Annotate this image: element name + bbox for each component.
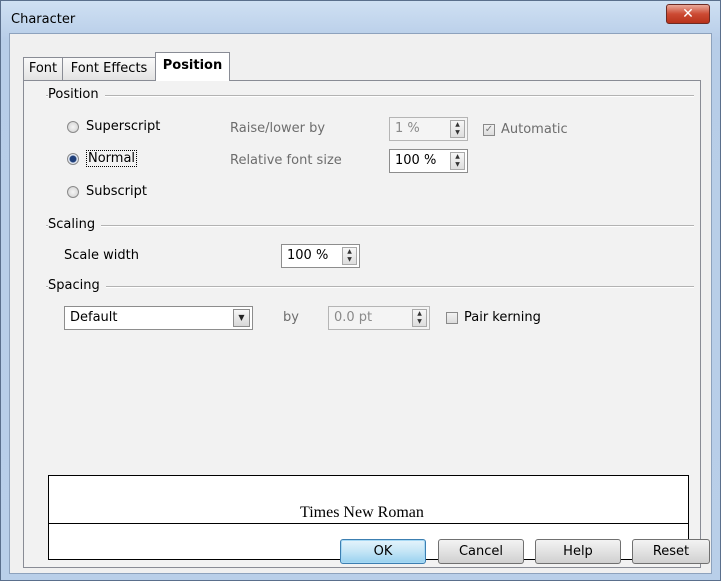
tab-font-effects[interactable]: Font Effects: [62, 57, 156, 80]
scale-width-label: Scale width: [64, 248, 139, 263]
automatic-label: Automatic: [501, 122, 568, 137]
spacing-select-value: Default: [70, 310, 118, 325]
spin-arrows-icon[interactable]: ▲ ▼: [450, 120, 465, 138]
subscript-radio[interactable]: Subscript: [67, 184, 147, 199]
close-button[interactable]: ✕: [666, 4, 710, 24]
spacing-by-value: 0.0 pt: [334, 310, 373, 325]
window-title: Character: [11, 12, 76, 27]
normal-radio[interactable]: Normal: [67, 150, 138, 167]
raise-lower-label: Raise/lower by: [230, 121, 326, 136]
position-group-divider: [46, 95, 694, 97]
reset-button[interactable]: Reset: [632, 539, 710, 564]
pair-kerning-checkbox[interactable]: Pair kerning: [446, 310, 541, 325]
superscript-radio[interactable]: Superscript: [67, 119, 160, 134]
pair-kerning-label: Pair kerning: [464, 310, 541, 325]
scaling-group-divider: [46, 225, 694, 227]
relative-font-size-label: Relative font size: [230, 153, 342, 168]
subscript-label: Subscript: [86, 184, 147, 199]
spacing-by-spinner[interactable]: 0.0 pt ▲ ▼: [328, 306, 430, 330]
by-label: by: [283, 310, 299, 325]
preview-baseline: [49, 523, 688, 524]
preview-text: Times New Roman: [300, 504, 424, 522]
checkbox-icon: [446, 311, 458, 324]
radio-selected-icon: [67, 152, 79, 165]
chevron-down-icon[interactable]: ▼: [233, 309, 250, 327]
close-icon: ✕: [682, 6, 694, 22]
help-button[interactable]: Help: [535, 539, 621, 564]
checkmark-icon: ✓: [483, 123, 495, 136]
raise-lower-spinner[interactable]: 1 % ▲ ▼: [389, 117, 468, 141]
position-tab-page: Position Superscript Normal Subscript Ra…: [23, 80, 701, 568]
title-bar[interactable]: Character ✕: [1, 1, 720, 31]
relative-font-size-spinner[interactable]: 100 % ▲ ▼: [389, 149, 468, 173]
scale-width-spinner[interactable]: 100 % ▲ ▼: [281, 244, 360, 268]
normal-label: Normal: [86, 150, 138, 167]
spin-arrows-icon[interactable]: ▲ ▼: [450, 152, 465, 170]
scaling-group-label: Scaling: [48, 217, 102, 232]
spacing-group-label: Spacing: [48, 278, 106, 293]
spacing-group-divider: [46, 286, 694, 288]
spin-arrows-icon[interactable]: ▲ ▼: [412, 309, 427, 327]
radio-button-icon: [67, 185, 79, 198]
tab-position[interactable]: Position: [155, 52, 230, 81]
tab-font[interactable]: Font: [23, 57, 63, 80]
spacing-select[interactable]: Default ▼: [64, 306, 253, 330]
cancel-button[interactable]: Cancel: [438, 539, 524, 564]
radio-button-icon: [67, 120, 79, 133]
superscript-label: Superscript: [86, 119, 161, 134]
character-dialog: Character ✕ Font Font Effects Position P…: [0, 0, 721, 581]
ok-button[interactable]: OK: [340, 539, 426, 564]
raise-lower-value: 1 %: [395, 121, 420, 136]
scale-width-value: 100 %: [287, 248, 329, 263]
dialog-body: Font Font Effects Position Position Supe…: [9, 33, 712, 574]
position-group-label: Position: [48, 87, 105, 102]
spin-arrows-icon[interactable]: ▲ ▼: [342, 247, 357, 265]
relative-font-size-value: 100 %: [395, 153, 437, 168]
automatic-checkbox[interactable]: ✓ Automatic: [483, 122, 568, 137]
